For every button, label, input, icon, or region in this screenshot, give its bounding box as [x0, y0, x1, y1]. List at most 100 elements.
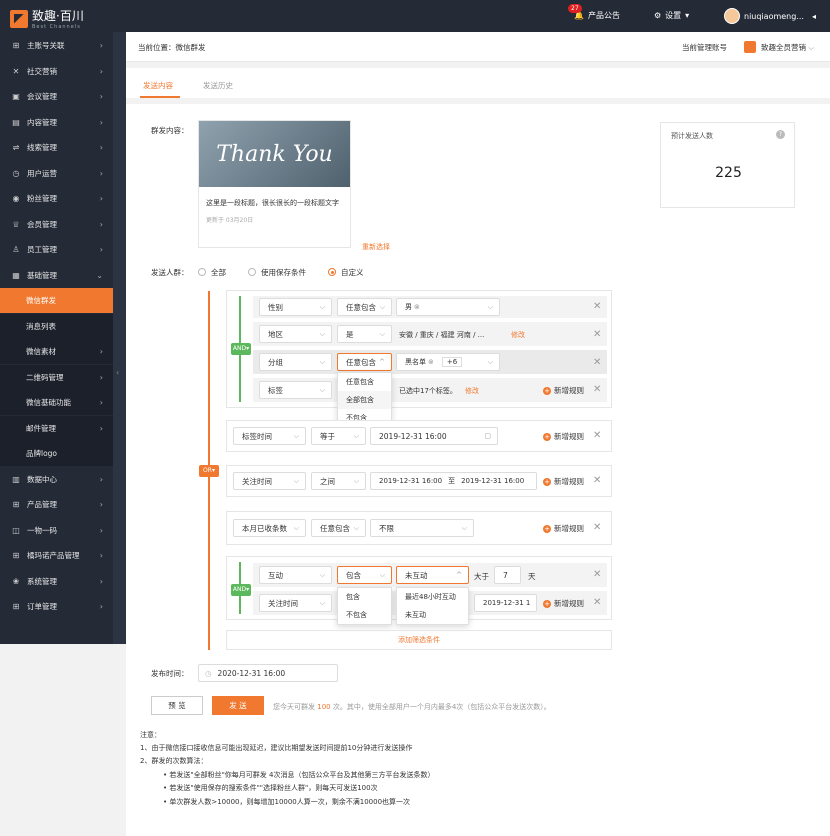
add-rule-button[interactable]: + 新增规则: [543, 431, 584, 442]
edit-link[interactable]: 修改: [465, 386, 479, 396]
sidebar-item-after-0[interactable]: ▥ 数据中心 ›: [0, 467, 113, 492]
remove-rule-icon[interactable]: ✕: [593, 430, 601, 441]
chevron-right-icon: ›: [99, 194, 103, 203]
field-select[interactable]: 互动 ⌵: [259, 566, 332, 584]
operator-select[interactable]: 任意包含 ⌵: [337, 298, 392, 316]
add-rule-button[interactable]: + 新增规则: [543, 476, 584, 487]
remove-rule-icon[interactable]: ✕: [593, 569, 601, 580]
user-menu[interactable]: niuqiaomeng... ◂: [724, 8, 816, 24]
publish-time-input[interactable]: ◷ 2020-12-31 16:00: [198, 664, 338, 682]
or-badge[interactable]: OR▾: [199, 465, 219, 477]
tab-send-content[interactable]: 发送内容: [143, 80, 173, 91]
tab-send-history[interactable]: 发送历史: [203, 80, 233, 91]
radio-saved[interactable]: 使用保存条件: [248, 267, 306, 278]
sidebar-collapse-strip[interactable]: ‹: [113, 32, 126, 644]
operator-select[interactable]: 包含 ⌵: [337, 566, 392, 584]
tag-close-icon[interactable]: ⊗: [414, 303, 420, 311]
add-rule-button[interactable]: + 新增规则: [543, 523, 584, 534]
remove-rule-icon[interactable]: ✕: [593, 329, 601, 340]
operator-select[interactable]: 任意包含 ⌵: [311, 519, 366, 537]
staff-icon: ♙: [12, 245, 20, 254]
sidebar-item-5[interactable]: ◷ 用户运营 ›: [0, 161, 113, 186]
field-select[interactable]: 分组 ⌵: [259, 353, 332, 371]
tag-close-icon[interactable]: ⊗: [428, 358, 434, 366]
sidebar-item-6[interactable]: ◉ 粉丝管理 ›: [0, 186, 113, 211]
and-badge[interactable]: AND▾: [231, 584, 251, 596]
operator-select[interactable]: 之间 ⌵: [311, 472, 366, 490]
operator-select[interactable]: 等于 ⌵: [311, 427, 366, 445]
sidebar-item-3[interactable]: ▤ 内容管理 ›: [0, 110, 113, 135]
date-input[interactable]: 2019-12-31 1: [474, 594, 537, 612]
preview-button[interactable]: 预 览: [151, 696, 203, 715]
sidebar-subitem-0[interactable]: 微信群发: [0, 288, 113, 313]
sidebar-subitem-4[interactable]: 微信基础功能 ›: [0, 390, 113, 415]
field-select[interactable]: 本月已收条数 ⌵: [233, 519, 306, 537]
collapse-icon[interactable]: ‹: [116, 368, 119, 377]
operator-select[interactable]: 任意包含 ^: [337, 353, 392, 371]
field-select[interactable]: 标签时间 ⌵: [233, 427, 306, 445]
field-select[interactable]: 地区 ⌵: [259, 325, 332, 343]
remove-rule-icon[interactable]: ✕: [593, 597, 601, 608]
chevron-down-icon: ⌵: [353, 523, 359, 532]
remove-rule-icon[interactable]: ✕: [593, 522, 601, 533]
note-line: • 若发送"全部粉丝"你每月可群发 4次消息（包括公众平台及其他第三方平台发送条…: [163, 771, 435, 779]
menu-item[interactable]: 最近48小时互动: [397, 588, 468, 606]
settings-button[interactable]: ⚙ 设置 ▾: [654, 10, 689, 21]
sidebar-item-after-4[interactable]: ❀ 系统管理 ›: [0, 569, 113, 594]
sidebar-item-after-5[interactable]: ⊞ 订单管理 ›: [0, 594, 113, 619]
sidebar-item-after-2[interactable]: ◫ 一物一码 ›: [0, 518, 113, 543]
field-select[interactable]: 关注时间 ⌵: [233, 472, 306, 490]
sidebar-item-after-3[interactable]: ⊞ 橘玛诺产品管理 ›: [0, 543, 113, 568]
sidebar-subitem-5[interactable]: 邮件管理 ›: [0, 415, 113, 441]
sidebar-item-8[interactable]: ♙ 员工管理 ›: [0, 237, 113, 262]
field-select[interactable]: 标签 ⌵: [259, 381, 332, 399]
menu-item[interactable]: 全部包含: [338, 391, 391, 409]
date-input[interactable]: 2019-12-31 16:00 ▢: [370, 427, 498, 445]
brand-logo[interactable]: 致趣·百川 Best Channels: [10, 7, 84, 30]
value-select[interactable]: 男 ⊗ ⌵: [396, 298, 500, 316]
remove-rule-icon[interactable]: ✕: [593, 384, 601, 395]
notice-button[interactable]: 🔔 27 产品公告: [568, 4, 620, 21]
add-rule-button[interactable]: + 新增规则: [543, 385, 584, 396]
value-select[interactable]: 黑名单 ⊗ +6 ⌵: [396, 353, 500, 371]
account-switcher[interactable]: 致趣全员营销 ⌵: [761, 42, 814, 53]
interaction-select[interactable]: 未互动 ^: [396, 566, 469, 584]
sidebar-subitem-1[interactable]: 消息列表: [0, 313, 113, 339]
sidebar-subitem-2[interactable]: 微信素材 ›: [0, 339, 113, 364]
help-icon[interactable]: ?: [776, 130, 785, 139]
sidebar-item-4[interactable]: ⇌ 线索管理 ›: [0, 135, 113, 160]
remove-rule-icon[interactable]: ✕: [593, 357, 601, 368]
sidebar-item-label: 会员管理: [27, 219, 57, 229]
menu-item[interactable]: 未互动: [397, 606, 468, 624]
field-select[interactable]: 关注时间 ⌵: [259, 594, 332, 612]
edit-link[interactable]: 修改: [511, 330, 525, 340]
sidebar-item-9[interactable]: ▦ 基础管理 ⌄: [0, 263, 113, 288]
sidebar-item-after-1[interactable]: ⊞ 产品管理 ›: [0, 492, 113, 517]
chevron-right-icon: ›: [99, 474, 103, 484]
days-input[interactable]: 7: [494, 566, 521, 584]
content-card[interactable]: Thank You 这里是一段标题，很长很长的一段标题文字 更新于 03月20日: [198, 120, 351, 248]
date-range-input[interactable]: 2019-12-31 16:00 至 2019-12-31 16:00: [370, 472, 537, 490]
sidebar-subitem-6[interactable]: 品牌logo: [0, 441, 113, 466]
sidebar-item-7[interactable]: ♕ 会员管理 ›: [0, 212, 113, 237]
and-badge[interactable]: AND▾: [231, 343, 251, 355]
remove-rule-icon[interactable]: ✕: [593, 475, 601, 486]
field-select[interactable]: 性别 ⌵: [259, 298, 332, 316]
chevron-down-icon: ⌵: [487, 357, 493, 366]
reselect-link[interactable]: 重新选择: [362, 242, 390, 252]
add-rule-button[interactable]: + 新增规则: [543, 598, 584, 609]
send-button[interactable]: 发 送: [212, 696, 264, 715]
sidebar-item-0[interactable]: ⊞ 主账号关联 ›: [0, 33, 113, 58]
operator-select[interactable]: 是 ⌵: [337, 325, 392, 343]
sidebar-item-1[interactable]: ✕ 社交营销 ›: [0, 59, 113, 84]
menu-item[interactable]: 不包含: [338, 606, 391, 624]
radio-custom[interactable]: 自定义: [328, 267, 364, 278]
remove-rule-icon[interactable]: ✕: [593, 301, 601, 312]
menu-item[interactable]: 任意包含: [338, 373, 391, 391]
value-select[interactable]: 不限 ⌵: [370, 519, 474, 537]
radio-all[interactable]: 全部: [198, 267, 226, 278]
sidebar-item-2[interactable]: ▣ 会议管理 ›: [0, 84, 113, 109]
menu-item[interactable]: 包含: [338, 588, 391, 606]
sidebar-subitem-3[interactable]: 二维码管理 ›: [0, 364, 113, 390]
add-filter-button[interactable]: 添加筛选条件: [226, 630, 612, 650]
